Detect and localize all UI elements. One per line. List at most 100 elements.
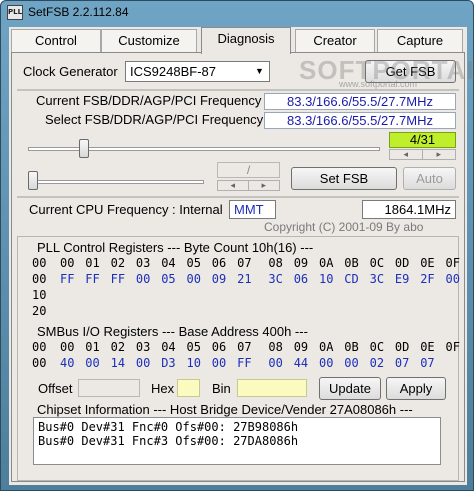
clock-generator-select[interactable]: ICS9248BF-87 ▼ — [125, 61, 270, 82]
aux-spinner[interactable]: ◂ ▸ — [217, 180, 280, 191]
register-value[interactable]: 06 — [294, 272, 308, 286]
register-value[interactable]: FF — [60, 272, 74, 286]
column-header: 09 — [293, 340, 309, 354]
column-header: 0B — [344, 256, 359, 270]
update-button[interactable]: Update — [319, 377, 381, 400]
column-header: 00 — [60, 340, 75, 354]
tab-customize[interactable]: Customize — [101, 29, 197, 53]
pll-data-row[interactable]: 10 — [32, 288, 452, 304]
column-header: 01 — [85, 340, 100, 354]
register-value[interactable]: FF — [85, 272, 99, 286]
register-value[interactable]: D3 — [161, 356, 175, 370]
aux-slider-thumb[interactable] — [28, 171, 38, 190]
tab-capture[interactable]: Capture — [377, 29, 463, 53]
register-value[interactable]: 00 — [187, 272, 201, 286]
row-address: 00 — [32, 356, 47, 370]
chipset-info-text[interactable]: Bus#0 Dev#31 Fnc#0 Ofs#00: 27B98086h Bus… — [33, 417, 441, 465]
chipset-line: Bus#0 Dev#31 Fnc#0 Ofs#00: 27B98086h — [38, 420, 299, 434]
register-value[interactable]: 10 — [319, 272, 333, 286]
row-address: 00 — [32, 256, 47, 270]
row-address: 00 — [32, 272, 47, 286]
register-value[interactable]: 00 — [136, 272, 150, 286]
clock-generator-label: Clock Generator — [23, 64, 118, 79]
arrow-left-icon[interactable]: ◂ — [390, 150, 423, 159]
tab-diagnosis[interactable]: Diagnosis — [201, 27, 291, 54]
set-fsb-button[interactable]: Set FSB — [291, 167, 397, 190]
register-value[interactable]: 00 — [268, 356, 282, 370]
cpu-source-select[interactable]: MMT — [229, 200, 276, 219]
register-value[interactable]: 2F — [420, 272, 434, 286]
title-bar[interactable]: PLL SetFSB 2.2.112.84 — [1, 1, 473, 25]
register-value[interactable]: 10 — [187, 356, 201, 370]
register-value[interactable]: 14 — [111, 356, 125, 370]
bin-field[interactable] — [237, 379, 307, 397]
column-header: 0D — [394, 256, 410, 270]
column-header: 05 — [186, 256, 201, 270]
register-value[interactable]: 00 — [446, 272, 460, 286]
hex-label: Hex — [151, 381, 175, 396]
offset-field[interactable] — [78, 379, 140, 397]
select-fsb-label: Select FSB/DDR/AGP/PCI Frequency — [45, 112, 264, 127]
register-value[interactable]: 21 — [237, 272, 251, 286]
arrow-left-icon[interactable]: ◂ — [218, 181, 249, 190]
column-header: 0F — [445, 340, 460, 354]
fsb-slider-thumb[interactable] — [79, 139, 90, 158]
register-value[interactable]: 00 — [212, 356, 226, 370]
auto-button[interactable]: Auto — [403, 167, 456, 190]
diagnosis-panel: Clock Generator ICS9248BF-87 ▼ Get FSB C… — [11, 52, 465, 482]
chevron-down-icon[interactable]: ▼ — [252, 64, 267, 79]
pll-registers-title: PLL Control Registers --- Byte Count 10h… — [37, 240, 314, 255]
column-header: 08 — [268, 340, 283, 354]
clock-generator-value: ICS9248BF-87 — [130, 64, 216, 79]
register-value[interactable]: 05 — [161, 272, 175, 286]
column-header: 0C — [369, 256, 385, 270]
column-header: 04 — [161, 340, 176, 354]
pll-data-row[interactable]: 20 — [32, 304, 452, 320]
copyright-text: Copyright (C) 2001-09 By abo — [264, 220, 424, 234]
register-value[interactable]: 00 — [136, 356, 150, 370]
fsb-step-counter: 4/31 — [389, 132, 456, 148]
column-header: 0A — [319, 340, 334, 354]
column-header: 0E — [420, 256, 435, 270]
register-value[interactable]: E9 — [395, 272, 409, 286]
divider — [17, 196, 459, 198]
arrow-right-icon[interactable]: ▸ — [423, 150, 456, 159]
register-value[interactable]: 02 — [370, 356, 384, 370]
register-value[interactable]: 07 — [420, 356, 434, 370]
offset-label: Offset — [38, 381, 73, 396]
smbus-registers-title: SMBus I/O Registers --- Base Address 400… — [37, 324, 308, 339]
aux-value-field[interactable]: / — [217, 162, 280, 178]
register-value[interactable]: 09 — [212, 272, 226, 286]
column-header: 07 — [237, 340, 252, 354]
register-value[interactable]: 3C — [370, 272, 384, 286]
arrow-right-icon[interactable]: ▸ — [249, 181, 280, 190]
pll-header-row: 00 00 01 02 03 04 05 06 07 08 09 0A 0B 0C 0D 0E 0F — [32, 256, 460, 272]
softportal-watermark-url: www.softportal.com — [339, 79, 418, 89]
current-fsb-label: Current FSB/DDR/AGP/PCI Frequency — [36, 93, 262, 108]
tab-creator[interactable]: Creator — [295, 29, 375, 53]
hex-field[interactable] — [177, 379, 200, 397]
register-value[interactable]: 44 — [294, 356, 308, 370]
register-value[interactable]: 00 — [319, 356, 333, 370]
register-value[interactable]: 40 — [60, 356, 74, 370]
column-header: 03 — [135, 340, 151, 354]
tab-control[interactable]: Control — [11, 29, 101, 53]
register-value[interactable]: 07 — [395, 356, 409, 370]
bin-label: Bin — [212, 381, 231, 396]
register-value[interactable]: FF — [111, 272, 125, 286]
register-value[interactable]: FF — [237, 356, 251, 370]
register-value[interactable]: 00 — [85, 356, 99, 370]
register-value[interactable]: 3C — [268, 272, 282, 286]
current-fsb-value: 83.3/166.6/55.5/27.7MHz — [264, 93, 456, 110]
aux-slider-track[interactable] — [28, 180, 204, 184]
fsb-step-spinner[interactable]: ◂ ▸ — [389, 149, 456, 160]
row-address: 00 — [32, 340, 47, 354]
register-value[interactable]: CD — [344, 272, 358, 286]
apply-button[interactable]: Apply — [386, 377, 446, 400]
pll-data-row[interactable]: 00 FF FF FF 00 05 00 09 21 3C 06 10 CD 3C E9 2F 00 — [32, 272, 460, 288]
row-address: 10 — [32, 288, 47, 302]
smbus-data-row[interactable]: 00 40 00 14 00 D3 10 00 FF 00 44 00 00 02 07 07 — [32, 356, 452, 372]
register-value[interactable]: 00 — [344, 356, 358, 370]
pll-app-icon: PLL — [7, 5, 23, 20]
cpu-frequency-label: Current CPU Frequency : Internal — [29, 202, 223, 217]
